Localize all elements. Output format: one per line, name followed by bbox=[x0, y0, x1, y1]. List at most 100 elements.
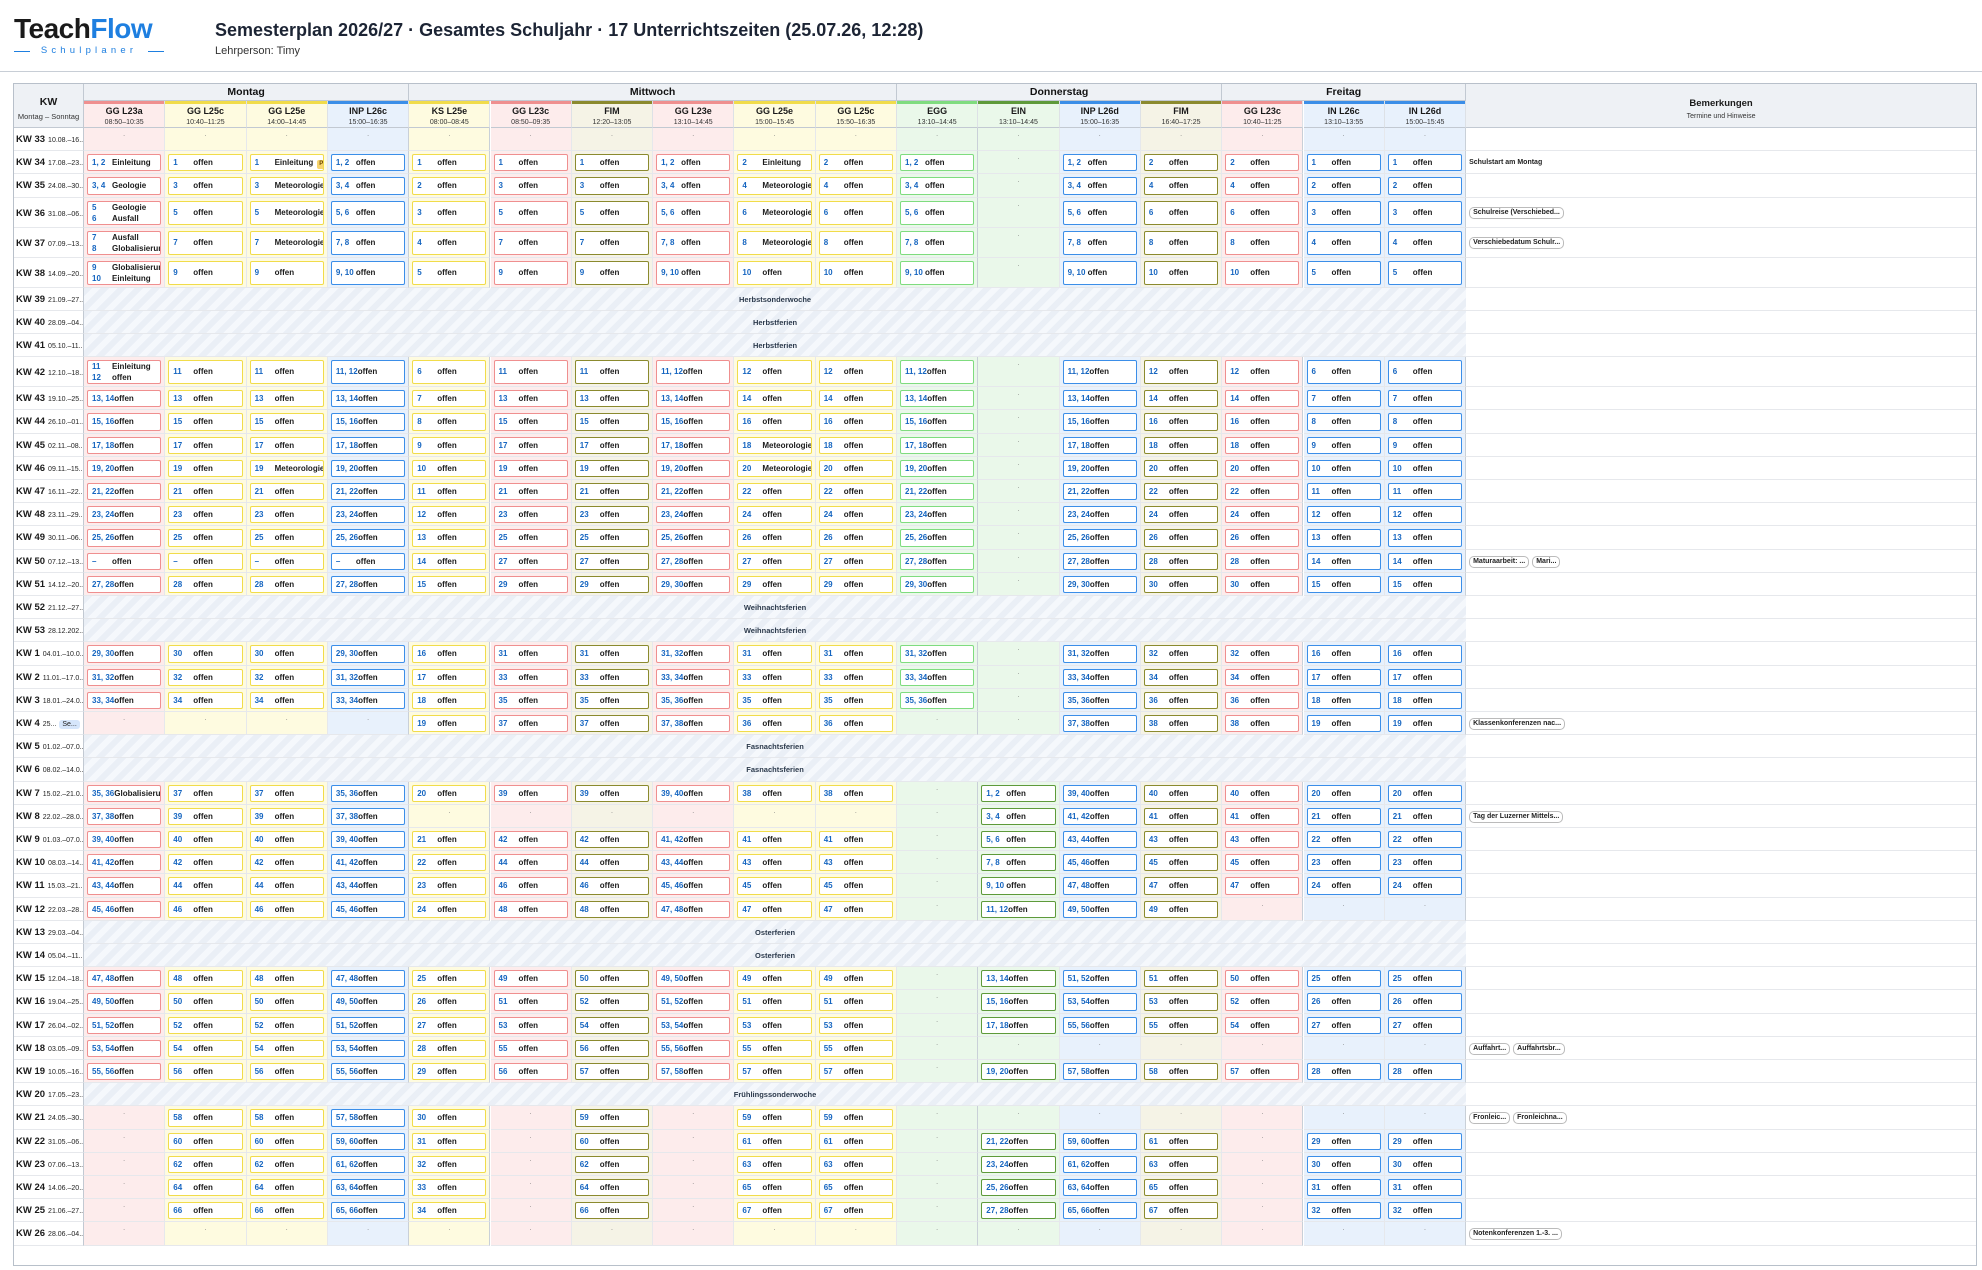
lesson-pill[interactable]: 19, 20offen bbox=[656, 459, 731, 477]
lesson-slot[interactable]: 45, 46offen bbox=[653, 874, 735, 898]
lesson-slot[interactable]: 45, 46offen bbox=[1059, 851, 1141, 875]
lesson-slot[interactable]: 13, 14offen bbox=[978, 967, 1060, 991]
lesson-slot[interactable]: 54 offen bbox=[165, 1036, 247, 1060]
lesson-slot[interactable]: 9, 10 offen bbox=[897, 257, 979, 288]
lesson-slot[interactable]: 10 offen bbox=[1303, 456, 1385, 480]
lesson-slot[interactable]: . bbox=[1059, 128, 1141, 152]
lesson-pill[interactable]: 21 offen bbox=[1306, 807, 1381, 825]
lesson-slot[interactable]: 6 Meteorologie bbox=[734, 197, 816, 228]
lesson-pill[interactable]: 13, 14offen bbox=[656, 390, 731, 408]
lesson-slot[interactable]: 21 offen bbox=[490, 480, 572, 504]
lesson-slot[interactable]: . bbox=[978, 1106, 1060, 1130]
lesson-slot[interactable]: . bbox=[490, 1199, 572, 1223]
lesson-pill[interactable]: 21, 22offen bbox=[981, 1132, 1056, 1150]
lesson-slot[interactable]: 11, 12offen bbox=[978, 897, 1060, 921]
remark-pill[interactable]: Tag der Luzerner Mittels... bbox=[1469, 810, 1564, 823]
lesson-slot[interactable]: 17, 18offen bbox=[327, 433, 410, 457]
lesson-slot[interactable]: 28 offen bbox=[246, 572, 328, 596]
lesson-pill[interactable]: 53, 54offen bbox=[87, 1039, 162, 1057]
lesson-slot[interactable]: 7 offen bbox=[409, 387, 491, 411]
lesson-pill[interactable]: – offen bbox=[87, 552, 162, 570]
lesson-slot[interactable]: 19 offen bbox=[571, 456, 654, 480]
lesson-pill[interactable]: 46 offen bbox=[493, 877, 568, 895]
lesson-pill[interactable]: – offen bbox=[168, 552, 243, 570]
lesson-pill[interactable]: 19, 20offen bbox=[330, 459, 406, 477]
lesson-slot[interactable]: 22 offen bbox=[734, 480, 816, 504]
lesson-pill[interactable]: 3 offen bbox=[1387, 200, 1463, 225]
lesson-pill[interactable]: 43 offen bbox=[1225, 831, 1300, 849]
lesson-slot[interactable]: 5 offen bbox=[571, 197, 654, 228]
lesson-slot[interactable]: . bbox=[978, 480, 1060, 504]
lesson-pill[interactable]: 26 offen bbox=[737, 529, 812, 547]
lesson-slot[interactable]: – offen bbox=[165, 549, 247, 573]
lesson-slot[interactable]: 6 offen bbox=[1140, 197, 1223, 228]
lesson-slot[interactable]: 45 offen bbox=[815, 874, 897, 898]
lesson-pill[interactable]: 28 offen bbox=[1306, 1063, 1381, 1081]
lesson-pill[interactable]: 31 offen bbox=[1387, 1179, 1463, 1197]
remark-cell[interactable] bbox=[1466, 874, 1976, 898]
lesson-pill[interactable]: 11, 12offen bbox=[330, 360, 406, 385]
lesson-pill[interactable]: 39 offen bbox=[493, 784, 568, 802]
lesson-slot[interactable]: 53, 54offen bbox=[84, 1036, 166, 1060]
lesson-slot[interactable]: 39, 40offen bbox=[84, 828, 166, 852]
lesson-slot[interactable]: 1, 2 offen bbox=[897, 151, 979, 175]
lesson-slot[interactable]: 17, 18offen bbox=[84, 433, 166, 457]
lesson-slot[interactable]: 23 offen bbox=[246, 503, 328, 527]
lesson-pill[interactable]: 5 offen bbox=[1306, 260, 1381, 285]
lesson-pill[interactable]: 2 offen bbox=[1143, 154, 1219, 172]
lesson-pill[interactable]: 57 offen bbox=[574, 1063, 650, 1081]
lesson-pill[interactable]: 44 offen bbox=[168, 877, 243, 895]
lesson-pill[interactable]: 3 offen bbox=[493, 177, 568, 195]
lesson-slot[interactable]: 17 offen bbox=[246, 433, 328, 457]
lesson-slot[interactable]: 25 offen bbox=[490, 526, 572, 550]
lesson-pill[interactable]: 37 offen bbox=[249, 784, 324, 802]
lesson-slot[interactable]: 35, 36offen bbox=[653, 688, 735, 712]
lesson-pill[interactable]: 30 offen bbox=[249, 645, 324, 663]
lesson-pill[interactable]: 7, 8 offen bbox=[656, 230, 731, 255]
lesson-pill[interactable]: 45, 46offen bbox=[330, 900, 406, 918]
lesson-pill[interactable]: 21, 22offen bbox=[330, 483, 406, 501]
lesson-slot[interactable]: 45, 46offen bbox=[84, 897, 166, 921]
lesson-pill[interactable]: 26 offen bbox=[1143, 529, 1219, 547]
lesson-pill[interactable]: 59 offen bbox=[574, 1109, 650, 1127]
lesson-slot[interactable]: 47, 48offen bbox=[327, 967, 410, 991]
lesson-slot[interactable]: 37 offen bbox=[490, 712, 572, 736]
lesson-slot[interactable]: 53 offen bbox=[815, 1013, 897, 1037]
lesson-slot[interactable]: 64 offen bbox=[571, 1176, 654, 1200]
lesson-slot[interactable]: 21 offen bbox=[571, 480, 654, 504]
lesson-pill[interactable]: 61, 62offen bbox=[330, 1155, 406, 1173]
lesson-slot[interactable]: . bbox=[1384, 897, 1467, 921]
lesson-pill[interactable]: 35, 36offen bbox=[656, 691, 731, 709]
lesson-slot[interactable]: 11, 12offen bbox=[897, 357, 979, 388]
lesson-slot[interactable]: 2 offen bbox=[1222, 151, 1304, 175]
lesson-pill[interactable]: 19, 20offen bbox=[87, 459, 162, 477]
lesson-pill[interactable]: 32 offen bbox=[412, 1155, 487, 1173]
lesson-pill[interactable]: 4 offen bbox=[818, 177, 893, 195]
lesson-pill[interactable]: 45, 46offen bbox=[87, 900, 162, 918]
lesson-slot[interactable]: 24 offen bbox=[409, 897, 491, 921]
lesson-slot[interactable]: 4 offen bbox=[1384, 227, 1467, 258]
lesson-slot[interactable]: 43 offen bbox=[1140, 828, 1223, 852]
lesson-pill[interactable]: 30 offen bbox=[1143, 575, 1219, 593]
lesson-pill[interactable]: 33, 34offen bbox=[1062, 668, 1137, 686]
lesson-pill[interactable]: 24 offen bbox=[1225, 506, 1300, 524]
lesson-slot[interactable]: 65 offen bbox=[815, 1176, 897, 1200]
lesson-pill[interactable]: 5 offen bbox=[1387, 260, 1463, 285]
lesson-slot[interactable]: 65 offen bbox=[734, 1176, 816, 1200]
lesson-slot[interactable]: 32 offen bbox=[1384, 1199, 1467, 1223]
lesson-slot[interactable]: 1, 2 offen bbox=[653, 151, 735, 175]
lesson-slot[interactable]: 39 offen bbox=[490, 781, 572, 805]
lesson-slot[interactable]: 21 offen bbox=[1303, 804, 1385, 828]
lesson-slot[interactable]: 20 offen bbox=[1384, 781, 1467, 805]
lesson-pill[interactable]: 35, 36offen bbox=[1062, 691, 1137, 709]
lesson-slot[interactable]: 13 offen bbox=[1384, 526, 1467, 550]
lesson-slot[interactable]: 47 offen bbox=[1140, 874, 1223, 898]
remark-cell[interactable]: Schulstart am Montag bbox=[1466, 151, 1976, 175]
lesson-slot[interactable]: 41, 42offen bbox=[327, 851, 410, 875]
lesson-pill[interactable]: 41, 42offen bbox=[656, 831, 731, 849]
lesson-slot[interactable]: 65 offen bbox=[1140, 1176, 1223, 1200]
lesson-pill[interactable]: 21, 22offen bbox=[1062, 483, 1137, 501]
lesson-slot[interactable]: 4 Meteorologie bbox=[734, 174, 816, 198]
column-header[interactable]: GG L25e 15:00–15:45 bbox=[734, 101, 816, 128]
lesson-pill[interactable]: 61 offen bbox=[818, 1132, 893, 1150]
